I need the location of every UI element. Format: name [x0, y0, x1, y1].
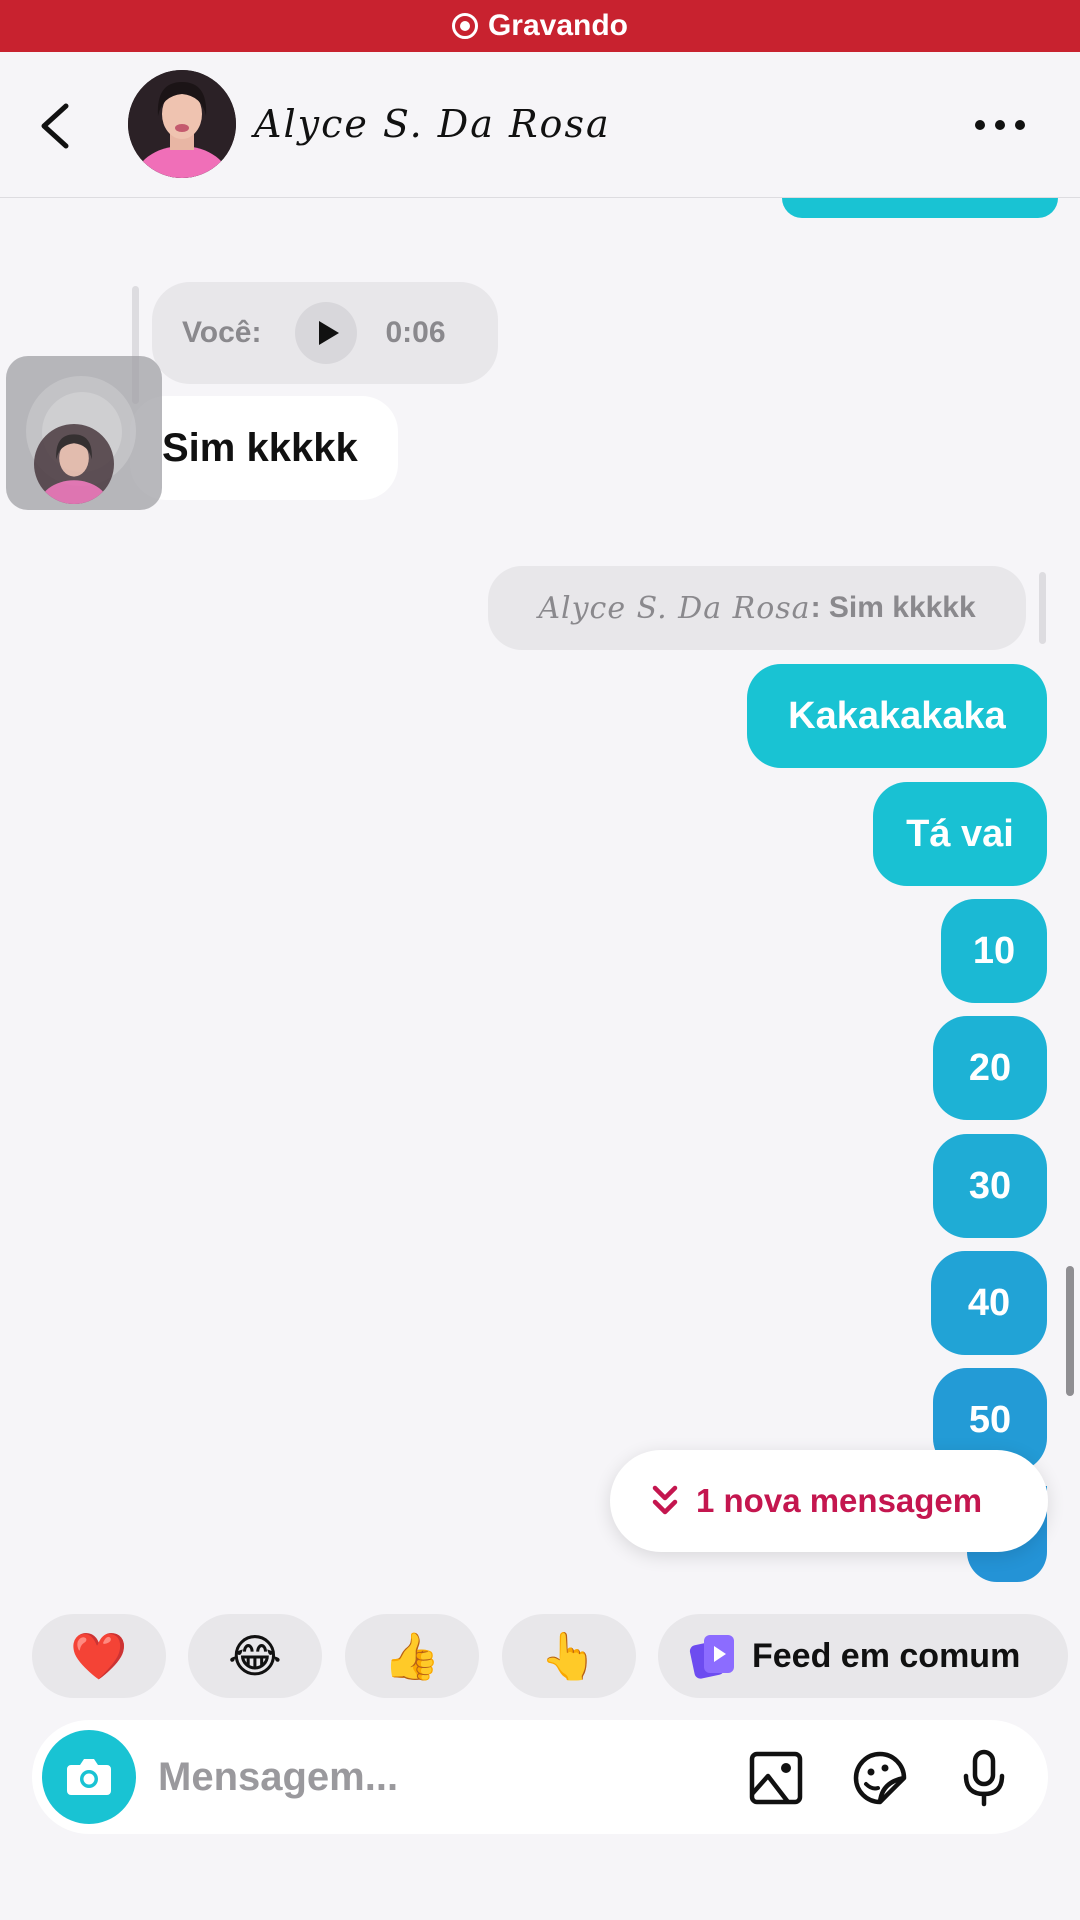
- sent-message-text: 20: [968, 1046, 1012, 1089]
- dot: [1015, 120, 1025, 130]
- sent-message-text: 30: [968, 1164, 1012, 1207]
- heart-emoji: ❤️: [70, 1629, 128, 1682]
- sent-message-text: Kakakakaka: [788, 694, 1006, 737]
- avatar-photo: [128, 70, 236, 178]
- recording-bar[interactable]: Gravando: [0, 0, 1080, 52]
- contact-name[interactable]: Alyce S. Da Rosa: [254, 102, 611, 146]
- pointing-up-emoji: 👆: [540, 1629, 598, 1682]
- quick-reaction-point-up[interactable]: 👆: [502, 1614, 636, 1698]
- sent-message-text: 50: [968, 1398, 1012, 1441]
- sent-message-text: 10: [972, 929, 1016, 972]
- shared-feed-button[interactable]: Feed em comum: [658, 1614, 1068, 1698]
- received-message-text: Sim kkkkk: [162, 425, 358, 470]
- voice-sender-label: Você:: [182, 316, 262, 349]
- recording-label: Gravando: [487, 9, 629, 42]
- sent-message[interactable]: Kakakakaka: [747, 664, 1047, 768]
- voice-message-reply[interactable]: Você: 0:06: [152, 282, 498, 384]
- sent-message-text: 40: [967, 1281, 1011, 1324]
- camera-icon: [67, 1759, 111, 1795]
- quoted-name: Alyce S. Da Rosa: [538, 590, 811, 626]
- sent-message[interactable]: 40: [931, 1251, 1047, 1355]
- shared-feed-icon: [689, 1635, 734, 1679]
- camera-button[interactable]: [42, 1730, 136, 1824]
- thumbs-up-emoji: 👍: [383, 1629, 441, 1682]
- reply-indicator-line: [1039, 572, 1046, 644]
- contact-avatar[interactable]: [128, 70, 236, 178]
- dot: [975, 120, 985, 130]
- floating-contact-avatar[interactable]: [6, 356, 162, 510]
- scrollbar[interactable]: [1066, 1266, 1074, 1396]
- sticker-icon[interactable]: [850, 1748, 910, 1808]
- quick-reaction-thumbs-up[interactable]: 👍: [345, 1614, 479, 1698]
- quick-reaction-heart[interactable]: ❤️: [32, 1614, 166, 1698]
- laughing-emoji: 😂: [228, 1630, 282, 1682]
- sent-message[interactable]: Tá vai: [873, 782, 1047, 886]
- microphone-icon[interactable]: [954, 1748, 1014, 1808]
- received-message[interactable]: Sim kkkkk: [130, 396, 398, 500]
- gallery-icon[interactable]: [746, 1748, 806, 1808]
- double-chevron-down-icon: [652, 1485, 678, 1515]
- sent-message-text: Tá vai: [906, 812, 1014, 855]
- new-message-pill[interactable]: 1 nova mensagem: [610, 1450, 1048, 1552]
- quoted-text: : Sim kkkkk: [810, 591, 976, 624]
- previous-sent-bubble[interactable]: [782, 198, 1058, 218]
- voice-duration: 0:06: [385, 316, 446, 349]
- sent-message[interactable]: 20: [933, 1016, 1047, 1120]
- play-icon[interactable]: [295, 302, 358, 364]
- record-icon: [451, 13, 478, 39]
- quoted-reply[interactable]: Alyce S. Da Rosa: Sim kkkkk: [488, 566, 1026, 650]
- new-message-label: 1 nova mensagem: [696, 1482, 983, 1519]
- message-composer: [32, 1720, 1048, 1834]
- sent-message[interactable]: 30: [933, 1134, 1047, 1238]
- back-chevron-icon[interactable]: [30, 96, 90, 156]
- small-avatar-photo: [34, 424, 114, 504]
- shared-feed-label: Feed em comum: [752, 1636, 1021, 1675]
- quick-reaction-laugh[interactable]: 😂: [188, 1614, 322, 1698]
- dot: [995, 120, 1005, 130]
- chat-header: Alyce S. Da Rosa: [0, 52, 1080, 198]
- sent-message[interactable]: 10: [941, 899, 1047, 1003]
- message-input[interactable]: [158, 1746, 608, 1808]
- more-options-icon[interactable]: [975, 110, 1035, 140]
